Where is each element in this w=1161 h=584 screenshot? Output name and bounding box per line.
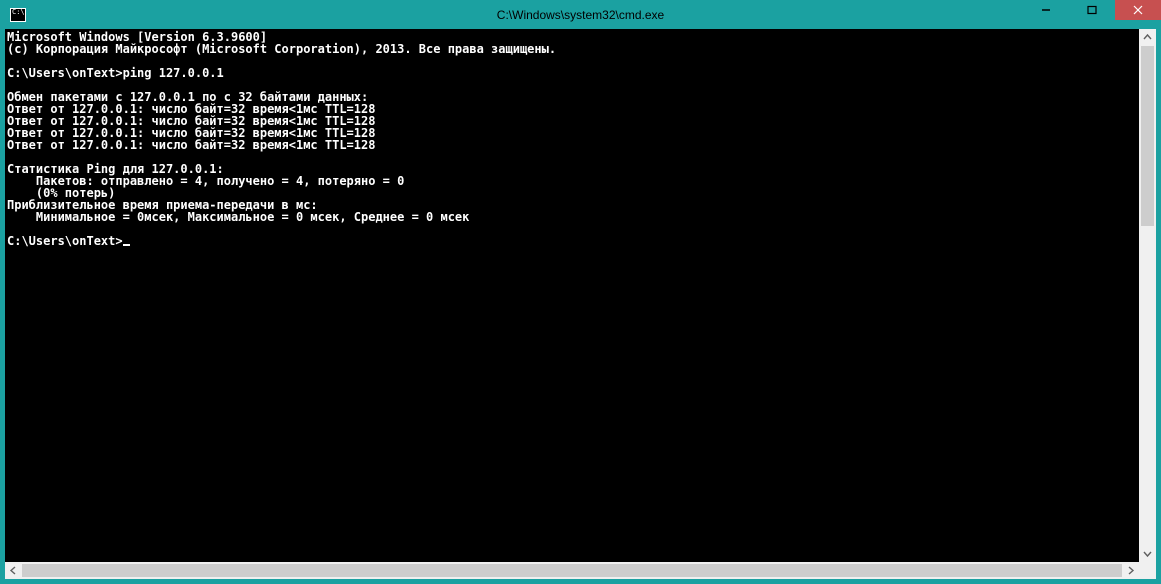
chevron-left-icon [9,566,18,575]
client-area: Microsoft Windows [Version 6.3.9600] (c)… [0,29,1161,584]
vertical-scrollbar[interactable] [1139,29,1156,562]
horizontal-scroll-track[interactable] [22,562,1122,579]
maximize-button[interactable] [1069,0,1115,20]
window-title: C:\Windows\system32\cmd.exe [0,8,1161,22]
cmd-window: C:\Windows\system32\cmd.exe Microsoft Wi… [0,0,1161,584]
vertical-scroll-track[interactable] [1139,46,1156,545]
chevron-down-icon [1143,549,1152,558]
scroll-left-button[interactable] [5,562,22,579]
vertical-scroll-thumb[interactable] [1141,46,1154,226]
cmd-icon [10,8,26,22]
console-wrap: Microsoft Windows [Version 6.3.9600] (c)… [5,29,1156,562]
window-controls [1023,0,1161,20]
minimize-icon [1041,5,1051,15]
close-icon [1133,5,1143,15]
chevron-right-icon [1126,566,1135,575]
scrollbar-corner [1139,562,1156,579]
bottom-scroll-row [5,562,1156,579]
close-button[interactable] [1115,0,1161,20]
maximize-icon [1087,5,1097,15]
scroll-right-button[interactable] [1122,562,1139,579]
cursor [123,244,130,246]
console-output[interactable]: Microsoft Windows [Version 6.3.9600] (c)… [5,29,1139,562]
horizontal-scroll-thumb[interactable] [22,564,1122,577]
scroll-down-button[interactable] [1139,545,1156,562]
chevron-up-icon [1143,33,1152,42]
titlebar[interactable]: C:\Windows\system32\cmd.exe [0,0,1161,29]
minimize-button[interactable] [1023,0,1069,20]
scroll-up-button[interactable] [1139,29,1156,46]
